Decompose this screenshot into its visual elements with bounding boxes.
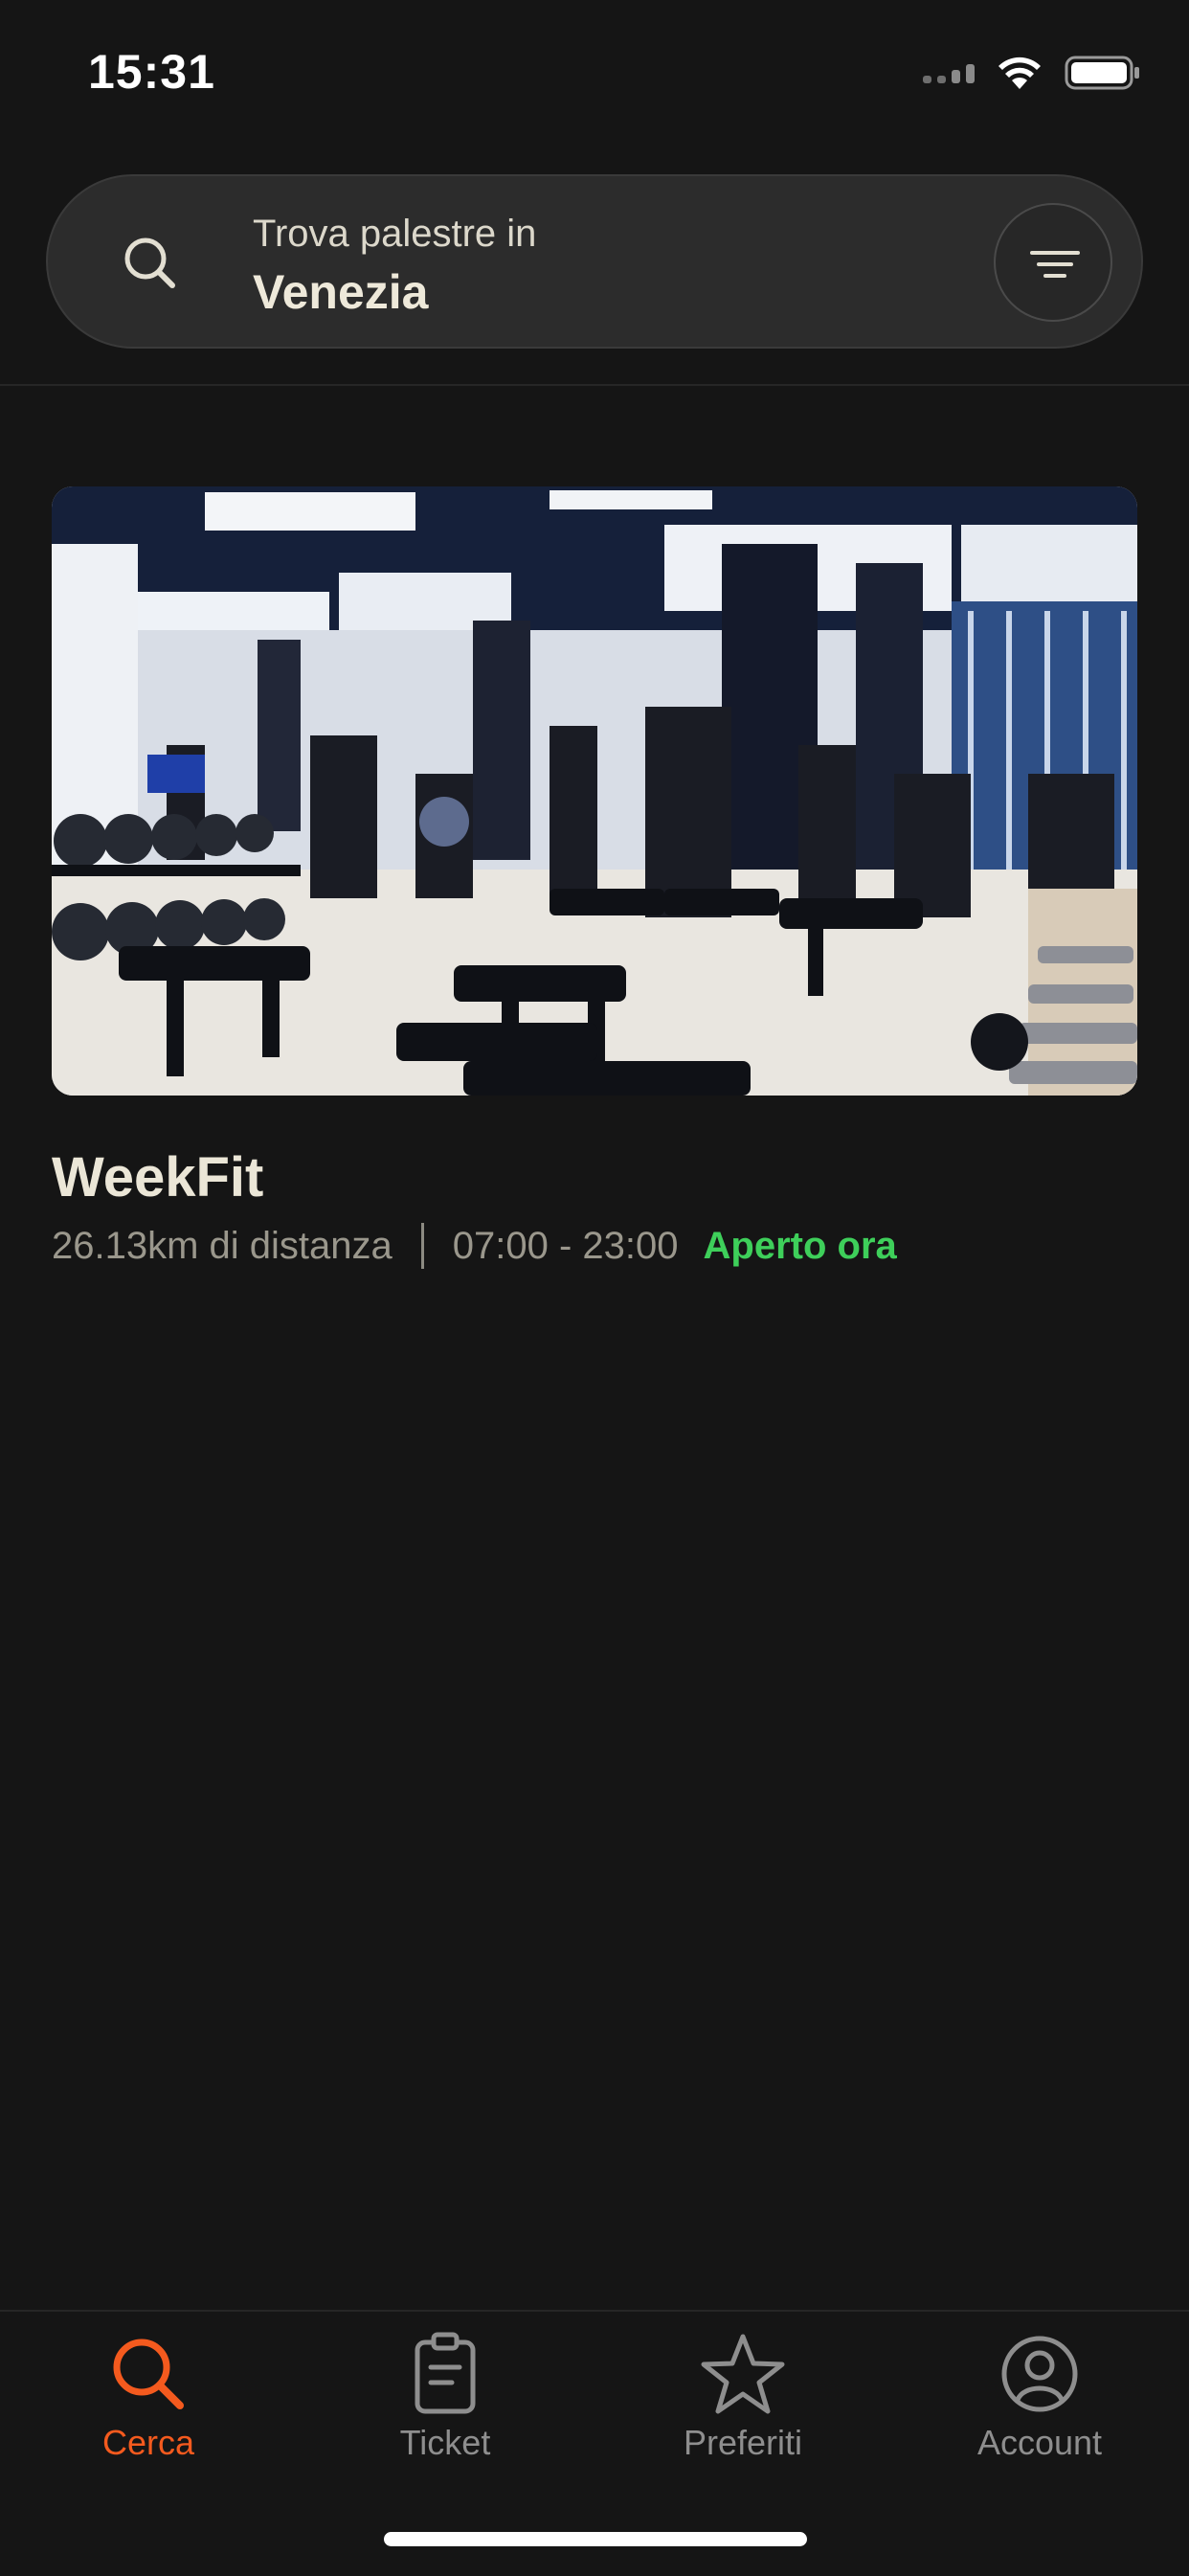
filter-button[interactable]: [994, 203, 1112, 322]
search-icon: [113, 2339, 184, 2409]
ticket-icon: [415, 2332, 476, 2414]
gym-card[interactable]: WeekFit 26.13km di distanza 07:00 - 23:0…: [52, 486, 1137, 1269]
tab-label: Preferiti: [683, 2423, 803, 2462]
search-bar[interactable]: Trova palestre in Venezia: [46, 174, 1143, 349]
header-divider: [0, 384, 1189, 386]
tab-account[interactable]: Account: [891, 2331, 1188, 2484]
tab-label: Cerca: [101, 2423, 195, 2462]
home-indicator[interactable]: [384, 2532, 807, 2546]
wifi-icon: [998, 56, 1041, 89]
status-icons: [923, 52, 1141, 94]
account-icon: [1001, 2336, 1078, 2412]
status-bar: 15:31: [0, 0, 1189, 144]
meta-divider: [420, 1223, 424, 1269]
gym-meta: 26.13km di distanza 07:00 - 23:00 Aperto…: [52, 1223, 1137, 1269]
gym-name[interactable]: WeekFit: [52, 1145, 1137, 1209]
tab-cerca[interactable]: Cerca: [0, 2331, 297, 2484]
open-status-badge: Aperto ora: [703, 1224, 897, 1267]
gym-hours: 07:00 - 23:00: [452, 1224, 679, 1267]
cellular-signal-icon: [923, 62, 975, 83]
search-icon: [124, 237, 175, 288]
star-icon: [701, 2334, 785, 2414]
tab-label: Account: [976, 2423, 1103, 2462]
tab-preferiti[interactable]: Preferiti: [594, 2331, 891, 2484]
gym-photo[interactable]: [52, 486, 1137, 1096]
gym-interior-image: [52, 486, 1137, 1096]
status-time: 15:31: [88, 45, 215, 99]
tab-ticket[interactable]: Ticket: [297, 2331, 594, 2484]
gym-distance: 26.13km di distanza: [52, 1224, 393, 1267]
search-city[interactable]: Venezia: [253, 264, 428, 320]
battery-icon: [1065, 56, 1139, 90]
filter-icon: [1030, 251, 1080, 278]
tab-label: Ticket: [399, 2423, 491, 2462]
search-label: Trova palestre in: [253, 213, 537, 255]
